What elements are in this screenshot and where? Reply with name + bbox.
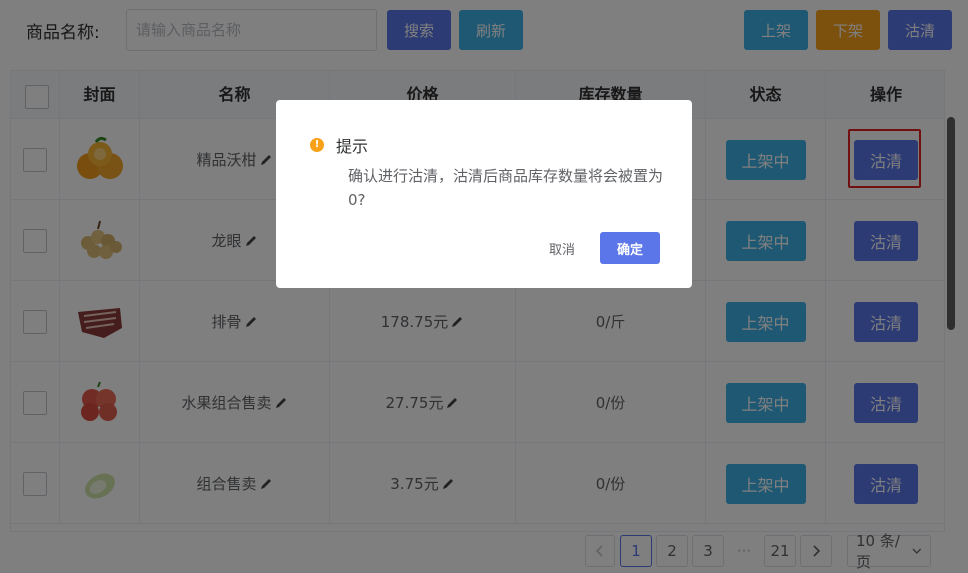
dialog-title: 提示 (336, 137, 369, 156)
cancel-button[interactable]: 取消 (538, 232, 586, 264)
confirm-button[interactable]: 确定 (600, 232, 660, 264)
confirm-dialog: ! 提示 确认进行沽清，沽清后商品库存数量将会被置为0? 取消 确定 (276, 100, 692, 288)
warning-icon: ! (310, 138, 324, 152)
dialog-message: 确认进行沽清，沽清后商品库存数量将会被置为0? (348, 167, 664, 209)
